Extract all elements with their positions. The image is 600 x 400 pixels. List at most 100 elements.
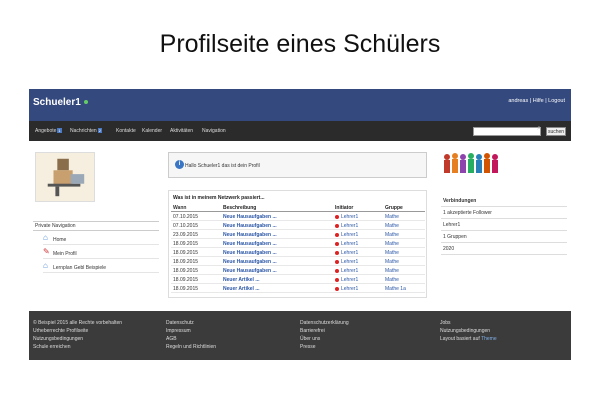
- news-date: 18.09.2015: [173, 259, 199, 265]
- footer-link[interactable]: Presse: [300, 344, 316, 350]
- group-link[interactable]: Mathe: [385, 223, 399, 229]
- group-link[interactable]: Mathe: [385, 214, 399, 220]
- footer-link[interactable]: Datenschutzerklärung: [300, 320, 349, 326]
- group-link[interactable]: Mathe: [385, 268, 399, 274]
- group-link[interactable]: Mathe: [385, 250, 399, 256]
- footer-link[interactable]: Schule erreichen: [33, 344, 71, 350]
- footer-link[interactable]: Regeln und Richtlinien: [166, 344, 216, 350]
- footer-link[interactable]: Nutzungsbedingungen: [33, 336, 83, 342]
- footer-link[interactable]: Jobs: [440, 320, 451, 326]
- search-input[interactable]: [473, 127, 541, 136]
- count-badge: 2: [97, 128, 102, 133]
- footer-link[interactable]: Barrierefrei: [300, 328, 325, 334]
- nav-item-navigation[interactable]: Navigation: [202, 128, 226, 134]
- initiator-link[interactable]: Lehrer1: [335, 214, 358, 220]
- group-link[interactable]: Mathe 1a: [385, 286, 406, 292]
- table-row: 18.09.2015 Neuer Artikel ... Lehrer1 Mathe …: [171, 285, 425, 293]
- follower-link[interactable]: Lehrer1: [441, 220, 567, 231]
- news-date: 18.09.2015: [173, 241, 199, 247]
- initiator-link[interactable]: Lehrer1: [335, 250, 358, 256]
- sidebar-item-label: Mein Profil: [53, 251, 77, 257]
- initiator-link[interactable]: Lehrer1: [335, 232, 358, 238]
- status-dot-icon: [335, 277, 339, 282]
- info-text: Hallo Schueler1 das ist dein Profil: [185, 163, 260, 169]
- initiator-name: Lehrer1: [341, 241, 359, 247]
- nav-item-nachrichten[interactable]: Nachrichten 2: [70, 128, 102, 134]
- home-icon: ⌂: [43, 261, 48, 270]
- initiator-name: Lehrer1: [341, 286, 359, 292]
- initiator-name: Lehrer1: [341, 214, 359, 220]
- footer-link[interactable]: Urheberrechte Profilseite: [33, 328, 88, 334]
- column-header: Wann: [173, 205, 187, 211]
- sidebar-item-profil[interactable]: ✎ Mein Profil: [43, 247, 159, 259]
- initiator-link[interactable]: Lehrer1: [335, 286, 358, 292]
- browser-screenshot: Schueler1 andreas | Hilfe | Logout Angeb…: [29, 89, 571, 360]
- sidebar-item-lernplan[interactable]: ⌂ Lernplan Gebl Beispiele: [43, 261, 159, 273]
- footer-text: Layout basiert auf: [440, 336, 480, 342]
- user-links[interactable]: andreas | Hilfe | Logout: [508, 98, 565, 104]
- table-row: 23.09.2015 Neue Hausaufgaben ... Lehrer1 Ma…: [171, 231, 425, 239]
- news-description-link[interactable]: Neue Hausaufgaben ...: [223, 250, 277, 256]
- news-description-link[interactable]: Neue Hausaufgaben ...: [223, 223, 277, 229]
- news-description-link[interactable]: Neue Hausaufgaben ...: [223, 241, 277, 247]
- footer-link[interactable]: Über uns: [300, 336, 320, 342]
- group-link[interactable]: 2020: [441, 244, 567, 255]
- group-count[interactable]: 1 Gruppen: [441, 232, 567, 243]
- initiator-link[interactable]: Lehrer1: [335, 268, 358, 274]
- news-description-link[interactable]: Neue Hausaufgaben ...: [223, 268, 277, 274]
- initiator-name: Lehrer1: [341, 223, 359, 229]
- group-link[interactable]: Mathe: [385, 241, 399, 247]
- initiator-link[interactable]: Lehrer1: [335, 241, 358, 247]
- nav-item-angebote[interactable]: Angebote 1: [35, 128, 62, 134]
- news-description-link[interactable]: Neuer Artikel ...: [223, 286, 260, 292]
- footer-link[interactable]: Impressum: [166, 328, 191, 334]
- news-date: 07.10.2015: [173, 214, 199, 220]
- initiator-link[interactable]: Lehrer1: [335, 277, 358, 283]
- news-description-link[interactable]: Neue Hausaufgaben ...: [223, 259, 277, 265]
- group-link[interactable]: Mathe: [385, 277, 399, 283]
- initiator-link[interactable]: Lehrer1: [335, 259, 358, 265]
- slide-title: Profilseite eines Schülers: [159, 30, 441, 58]
- sidebar-item-home[interactable]: ⌂ Home: [43, 233, 159, 245]
- table-header: Wann Beschreibung Initiator Gruppe: [171, 204, 425, 212]
- news-description-link[interactable]: Neue Hausaufgaben ...: [223, 214, 277, 220]
- news-date: 18.09.2015: [173, 250, 199, 256]
- footer-link[interactable]: © Beispiel 2015 alle Rechte vorbehalten: [33, 320, 122, 326]
- private-navigation-header: Private Navigation: [33, 221, 159, 231]
- footer-link[interactable]: Datenschutz: [166, 320, 194, 326]
- footer: © Beispiel 2015 alle Rechte vorbehalten …: [29, 311, 571, 360]
- news-description-link[interactable]: Neue Hausaufgaben ...: [223, 232, 277, 238]
- top-header-bar: Schueler1 andreas | Hilfe | Logout: [29, 89, 571, 121]
- footer-link[interactable]: Layout basiert auf Theme: [440, 336, 497, 342]
- initiator-link[interactable]: Lehrer1: [335, 223, 358, 229]
- footer-link[interactable]: AGB: [166, 336, 177, 342]
- news-description-link[interactable]: Neuer Artikel ...: [223, 277, 260, 283]
- news-date: 18.09.2015: [173, 277, 199, 283]
- status-dot-icon: [335, 259, 339, 264]
- group-link[interactable]: Mathe: [385, 259, 399, 265]
- pencil-icon: ✎: [43, 247, 50, 256]
- initiator-name: Lehrer1: [341, 232, 359, 238]
- follower-count[interactable]: 1 akzeptierte Follower: [441, 208, 567, 219]
- news-date: 07.10.2015: [173, 223, 199, 229]
- footer-highlight-link[interactable]: Theme: [481, 336, 497, 342]
- initiator-name: Lehrer1: [341, 259, 359, 265]
- table-row: 18.09.2015 Neuer Artikel ... Lehrer1 Mathe: [171, 276, 425, 284]
- group-image: [444, 153, 498, 173]
- initiator-name: Lehrer1: [341, 250, 359, 256]
- online-status-icon: [83, 100, 88, 105]
- column-header: Gruppe: [385, 205, 403, 211]
- nav-item-kontakte[interactable]: Kontakte: [116, 128, 136, 134]
- footer-link[interactable]: Nutzungsbedingungen: [440, 328, 490, 334]
- nav-item-aktivitaeten[interactable]: Aktivitäten: [170, 128, 193, 134]
- table-row: 18.09.2015 Neue Hausaufgaben ... Lehrer1 Ma…: [171, 249, 425, 257]
- column-header: Beschreibung: [223, 205, 257, 211]
- search-button[interactable]: suchen: [546, 127, 566, 136]
- info-message: i Hallo Schueler1 das ist dein Profil: [168, 152, 427, 178]
- nav-label: Nachrichten: [70, 128, 97, 134]
- nav-item-kalender[interactable]: Kalender: [142, 128, 162, 134]
- group-link[interactable]: Mathe: [385, 232, 399, 238]
- site-brand[interactable]: Schueler1: [33, 97, 88, 108]
- status-dot-icon: [335, 223, 339, 228]
- table-row: 07.10.2015 Neue Hausaufgaben ... Lehrer1 Ma…: [171, 213, 425, 221]
